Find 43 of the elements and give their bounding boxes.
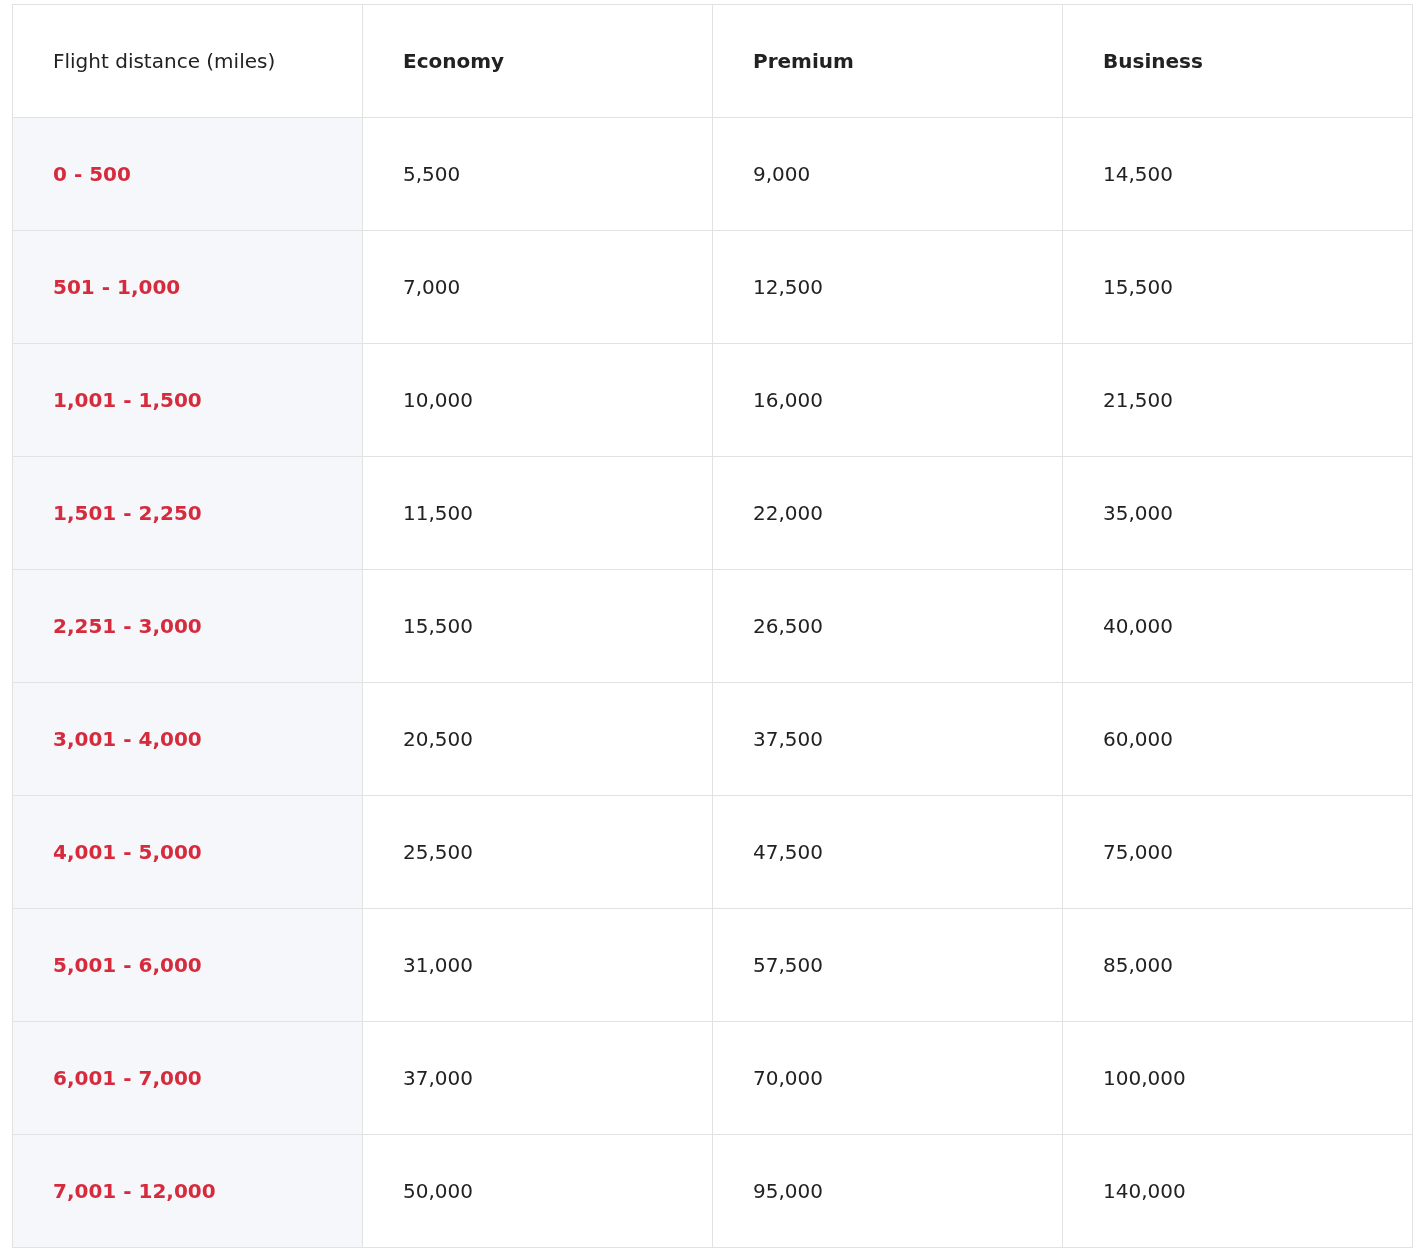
table-cell: 25,500 [363, 796, 713, 909]
table-cell: 40,000 [1063, 570, 1413, 683]
table-cell: 2,251 - 3,000 [13, 570, 363, 683]
table-cell: 22,000 [713, 457, 1063, 570]
table-cell: 1,001 - 1,500 [13, 344, 363, 457]
table-cell: 12,500 [713, 231, 1063, 344]
table-cell: 85,000 [1063, 909, 1413, 1022]
table-cell: 35,000 [1063, 457, 1413, 570]
table-cell: 7,001 - 12,000 [13, 1135, 363, 1248]
column-header: Premium [713, 5, 1063, 118]
table-cell: 5,001 - 6,000 [13, 909, 363, 1022]
table-cell: 6,001 - 7,000 [13, 1022, 363, 1135]
table-cell: 15,500 [363, 570, 713, 683]
table-cell: 1,501 - 2,250 [13, 457, 363, 570]
table-cell: 21,500 [1063, 344, 1413, 457]
table-cell: 20,500 [363, 683, 713, 796]
table-cell: 50,000 [363, 1135, 713, 1248]
table-cell: 5,500 [363, 118, 713, 231]
table-cell: 70,000 [713, 1022, 1063, 1135]
table-cell: 4,001 - 5,000 [13, 796, 363, 909]
table-cell: 7,000 [363, 231, 713, 344]
table-cell: 31,000 [363, 909, 713, 1022]
table-cell: 47,500 [713, 796, 1063, 909]
table-cell: 95,000 [713, 1135, 1063, 1248]
table-cell: 11,500 [363, 457, 713, 570]
table-cell: 100,000 [1063, 1022, 1413, 1135]
table-cell: 10,000 [363, 344, 713, 457]
table-cell: 37,000 [363, 1022, 713, 1135]
table-cell: 501 - 1,000 [13, 231, 363, 344]
table-cell: 37,500 [713, 683, 1063, 796]
table-cell: 60,000 [1063, 683, 1413, 796]
column-header: Business [1063, 5, 1413, 118]
table-cell: 57,500 [713, 909, 1063, 1022]
table-cell: 26,500 [713, 570, 1063, 683]
table-cell: 3,001 - 4,000 [13, 683, 363, 796]
table-cell: 14,500 [1063, 118, 1413, 231]
table-cell: 15,500 [1063, 231, 1413, 344]
table-cell: 16,000 [713, 344, 1063, 457]
table-cell: 140,000 [1063, 1135, 1413, 1248]
table-cell: 0 - 500 [13, 118, 363, 231]
table-cell: 75,000 [1063, 796, 1413, 909]
column-header: Economy [363, 5, 713, 118]
table-cell: 9,000 [713, 118, 1063, 231]
